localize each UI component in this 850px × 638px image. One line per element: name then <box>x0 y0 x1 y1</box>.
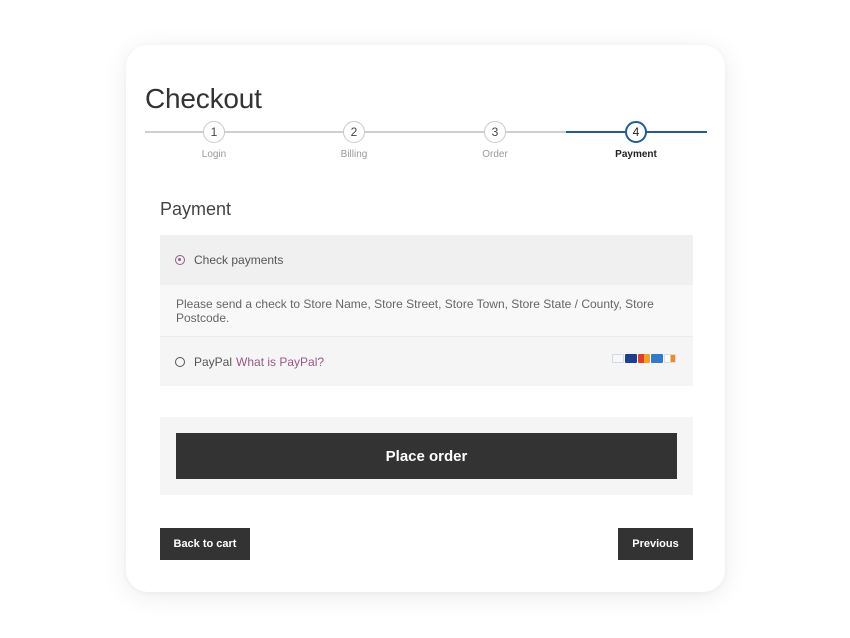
step-login[interactable]: 1 Login <box>174 121 254 160</box>
payment-method-description: Please send a check to Store Name, Store… <box>160 285 693 336</box>
payment-method-check[interactable]: Check payments <box>160 235 693 285</box>
step-order[interactable]: 3 Order <box>455 121 535 160</box>
place-order-button[interactable]: Place order <box>176 433 677 479</box>
check-payments-radio[interactable] <box>175 255 185 265</box>
payment-method-label[interactable]: Check payments <box>194 253 283 267</box>
accepted-cards <box>612 354 676 363</box>
mastercard-icon <box>638 354 650 363</box>
discover-icon <box>664 354 676 363</box>
amex-icon <box>651 354 663 363</box>
paypal-icon <box>612 354 624 363</box>
payment-heading: Payment <box>160 199 232 219</box>
visa-icon <box>625 354 637 363</box>
checkout-stepper: 1 Login 2 Billing 3 Order 4 Payment <box>145 119 707 169</box>
step-number: 1 <box>203 121 225 143</box>
previous-button[interactable]: Previous <box>618 528 693 560</box>
step-label: Payment <box>615 149 657 160</box>
step-label: Login <box>201 149 227 160</box>
paypal-radio[interactable] <box>175 356 185 367</box>
step-label: Billing <box>340 149 368 160</box>
step-number: 4 <box>625 121 647 143</box>
step-payment[interactable]: 4 Payment <box>596 121 676 160</box>
payment-method-paypal[interactable]: PayPal What is PayPal? <box>160 336 693 386</box>
step-number: 2 <box>343 121 365 143</box>
payment-method-label[interactable]: PayPal <box>194 355 232 369</box>
step-number: 3 <box>484 121 506 143</box>
checkout-card: Checkout 1 Login 2 Billing 3 Order 4 Pay… <box>126 45 725 592</box>
back-to-cart-button[interactable]: Back to cart <box>160 528 250 560</box>
payment-methods: Check payments Please send a check to St… <box>160 235 693 386</box>
page-title: Checkout <box>145 83 262 114</box>
step-billing[interactable]: 2 Billing <box>314 121 394 160</box>
step-label: Order <box>482 149 508 160</box>
what-is-paypal-link[interactable]: What is PayPal? <box>236 355 324 369</box>
place-order-panel: Place order <box>160 417 693 495</box>
